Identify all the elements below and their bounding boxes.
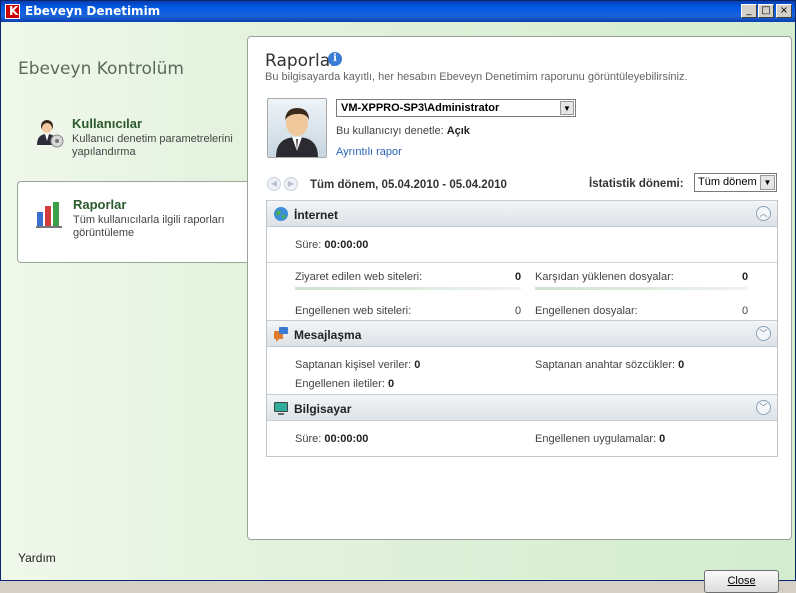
close-button-label: Close: [727, 575, 756, 587]
stat-period-value: Tüm dönem: [698, 176, 757, 188]
minimize-button[interactable]: _: [741, 4, 757, 18]
close-window-button[interactable]: ×: [776, 4, 792, 18]
blocked-apps-row: Engellenen uygulamalar: 0: [535, 433, 665, 445]
messaging-section-header[interactable]: Mesajlaşma ﹀: [267, 320, 777, 347]
monitor-icon: [274, 402, 288, 415]
personal-data-value: 0: [414, 359, 421, 371]
users-icon: [37, 120, 64, 148]
downloaded-files-bar: [535, 287, 747, 290]
reports-chart-icon: [36, 202, 62, 228]
internet-duration: Süre: 00:00:00: [295, 239, 368, 251]
maximize-button[interactable]: □: [758, 4, 774, 18]
sidebar-item-label: Raporlar: [73, 197, 127, 212]
period-range: Tüm dönem, 05.04.2010 - 05.04.2010: [310, 179, 507, 191]
keywords-row: Saptanan anahtar sözcükler: 0: [535, 359, 684, 371]
blocked-sites-label: Engellenen web siteleri:: [295, 305, 412, 317]
blocked-messages-value: 0: [387, 378, 395, 390]
window-title: Ebeveyn Denetimim: [25, 4, 161, 18]
avatar: [267, 98, 327, 158]
personal-data-row: Saptanan kişisel veriler: 0: [295, 359, 420, 371]
section-title: Mesajlaşma: [294, 328, 362, 342]
user-select-value: VM-XPPRO-SP3\Administrator: [341, 102, 500, 114]
blocked-messages-label: Engellenen iletiler:: [295, 378, 385, 390]
stat-period-label: İstatistik dönemi:: [589, 178, 684, 190]
chevron-down-icon[interactable]: ▼: [760, 175, 775, 190]
client-area: Ebeveyn Kontrolüm Kullanıcılar Kullanıcı…: [1, 22, 795, 593]
statistics-sections: İnternet ︿ Süre: 00:00:00 Ziyaret edilen…: [266, 200, 778, 457]
downloaded-files-value: 0: [742, 271, 749, 283]
expand-icon[interactable]: ﹀: [756, 326, 771, 341]
blocked-apps-label: Engellenen uygulamalar:: [535, 433, 657, 445]
app-window: Ebeveyn Denetimim _ □ × Ebeveyn Kontrolü…: [0, 0, 796, 593]
keywords-value: 0: [678, 359, 685, 371]
sidebar-item-description: Tüm kullanıcılarla ilgili raporları görü…: [73, 214, 225, 239]
close-button[interactable]: Close: [704, 570, 779, 593]
duration-label: Süre:: [295, 239, 322, 251]
visited-sites-bar: [295, 287, 521, 290]
control-status: Bu kullanıcıyı denetle: Açık: [336, 125, 470, 137]
visited-sites-value: 0: [515, 271, 522, 283]
sidebar-title: Ebeveyn Kontrolüm: [18, 59, 184, 79]
title-bar[interactable]: Ebeveyn Denetimim _ □ ×: [1, 1, 795, 22]
computer-section-header[interactable]: Bilgisayar ﹀: [267, 394, 777, 421]
help-link[interactable]: Yardım: [18, 551, 56, 565]
period-nav: ◀ ▶: [267, 177, 301, 191]
expand-icon[interactable]: ﹀: [756, 400, 771, 415]
duration-label: Süre:: [295, 433, 322, 445]
computer-duration: Süre: 00:00:00: [295, 433, 368, 445]
chat-bubbles-icon: [274, 327, 288, 342]
sidebar-item-users[interactable]: Kullanıcılar Kullanıcı denetim parametre…: [17, 101, 248, 181]
info-icon[interactable]: i: [328, 52, 342, 66]
duration-value: 00:00:00: [324, 433, 369, 445]
blocked-files-label: Engellenen dosyalar:: [535, 305, 638, 317]
control-status-label: Bu kullanıcıyı denetle:: [336, 125, 444, 137]
blocked-files-value: 0: [742, 305, 749, 317]
page-title: Raporlar: [265, 51, 338, 71]
previous-period-icon[interactable]: ◀: [267, 177, 281, 191]
blocked-apps-value: 0: [659, 433, 666, 445]
chevron-down-icon[interactable]: ▼: [560, 101, 574, 115]
kaspersky-app-icon: [5, 4, 20, 19]
stat-period-select[interactable]: Tüm dönem ▼: [694, 173, 777, 192]
internet-section-header[interactable]: İnternet ︿: [267, 200, 777, 227]
detailed-report-link[interactable]: Ayrıntılı rapor: [336, 146, 402, 158]
section-title: İnternet: [294, 208, 339, 222]
divider: [267, 262, 777, 263]
globe-icon: [274, 207, 288, 221]
sidebar-item-label: Kullanıcılar: [72, 116, 143, 131]
downloaded-files-label: Karşıdan yüklenen dosyalar:: [535, 271, 674, 283]
reports-panel: Raporlar i Bu bilgisayarda kayıtlı, her …: [247, 36, 792, 540]
duration-value: 00:00:00: [324, 239, 369, 251]
user-avatar-icon: [276, 108, 318, 157]
blocked-sites-value: 0: [515, 305, 522, 317]
user-select-dropdown[interactable]: VM-XPPRO-SP3\Administrator ▼: [336, 99, 576, 117]
blocked-messages-row: Engellenen iletiler: 0: [295, 378, 394, 390]
sidebar-item-description: Kullanıcı denetim parametrelerini yapıla…: [72, 133, 233, 158]
page-subtitle: Bu bilgisayarda kayıtlı, her hesabın Ebe…: [265, 71, 688, 83]
personal-data-label: Saptanan kişisel veriler:: [295, 359, 412, 371]
sidebar-item-reports[interactable]: Raporlar Tüm kullanıcılarla ilgili rapor…: [17, 181, 248, 263]
next-period-icon[interactable]: ▶: [284, 177, 298, 191]
control-status-value: Açık: [446, 125, 470, 137]
keywords-label: Saptanan anahtar sözcükler:: [535, 359, 676, 371]
visited-sites-label: Ziyaret edilen web siteleri:: [295, 271, 423, 283]
section-title: Bilgisayar: [294, 402, 352, 416]
collapse-icon[interactable]: ︿: [756, 206, 771, 221]
